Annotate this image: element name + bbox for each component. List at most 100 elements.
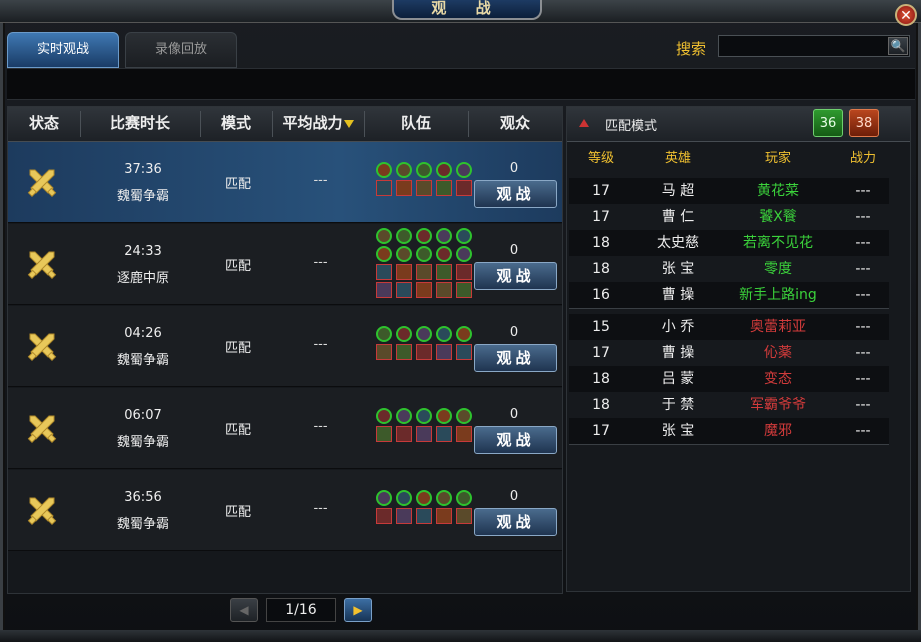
player-hero: 曹 仁 [661,209,695,225]
player-table-header: 等级 英雄 玩家 战力 [569,147,908,171]
green-hero-portrait [416,326,432,342]
player-level: 18 [592,235,610,251]
player-hero: 张 宝 [661,423,695,439]
watch-button[interactable]: 观战 [474,426,557,454]
header-power-sort[interactable]: 平均战力 [272,107,364,141]
header-status: 状态 [28,114,59,132]
tab-replay[interactable]: 录像回放 [125,32,237,68]
player-hero: 小 乔 [661,319,695,335]
match-duration: 37:36 [124,162,162,177]
watch-button[interactable]: 观战 [474,262,557,290]
red-hero-portrait [456,180,472,196]
player-hero: 张 宝 [661,261,695,277]
match-row[interactable]: 06:07 魏蜀争霸 匹配 --- 0 观战 [8,388,562,469]
red-hero-portrait [416,344,432,360]
player-name: 黄花菜 [757,183,799,199]
player-name: 饕X餮 [759,209,797,225]
player-row: 17 张 宝 魔邪 --- [569,418,889,444]
red-hero-portrait [396,264,412,280]
match-row[interactable]: 24:33 逐鹿中原 匹配 --- 0 观战 [8,224,562,305]
green-hero-portrait [436,490,452,506]
match-row[interactable]: 36:56 魏蜀争霸 匹配 --- 0 观战 [8,470,562,551]
green-hero-portrait [416,490,432,506]
crossed-swords-icon [26,248,58,280]
red-hero-portrait [436,344,452,360]
green-hero-portrait [416,408,432,424]
red-hero-portrait [416,264,432,280]
match-row[interactable]: 37:36 魏蜀争霸 匹配 --- 0 观战 [8,142,562,223]
header-mode: 模式 [220,114,251,132]
player-name: 魔邪 [764,423,792,439]
col-level: 等级 [587,151,614,166]
red-team-score: 38 [849,109,879,137]
match-table-header: 状态 比赛时长 模式 平均战力 队伍 观众 [8,107,562,142]
green-hero-portrait [396,490,412,506]
player-power: --- [855,319,871,335]
player-power: --- [855,183,871,199]
watch-button[interactable]: 观战 [474,344,557,372]
red-hero-portrait [396,508,412,524]
match-duration: 24:33 [124,244,162,259]
col-hero: 英雄 [664,151,691,166]
red-hero-portrait [376,264,392,280]
prev-page-button[interactable]: ◀ [230,598,258,622]
green-hero-portrait [396,246,412,262]
match-power: --- [313,501,328,516]
player-power: --- [855,397,871,413]
next-page-button[interactable]: ▶ [344,598,372,622]
header-viewers: 观众 [499,114,530,132]
player-level: 17 [592,183,610,199]
green-hero-portrait [456,408,472,424]
team-icons [368,470,472,550]
search-icon[interactable]: 🔍 [888,37,908,55]
player-power: --- [855,287,871,303]
player-name: 新手上路ing [739,287,817,303]
watch-button[interactable]: 观战 [474,180,557,208]
table-bottom-line [569,444,889,445]
search-box: 🔍 [718,35,910,57]
green-hero-portrait [396,408,412,424]
green-hero-portrait [376,162,392,178]
green-hero-portrait [376,490,392,506]
red-hero-portrait [396,344,412,360]
red-hero-portrait [456,426,472,442]
match-map: 魏蜀争霸 [116,189,169,204]
player-level: 18 [592,261,610,277]
green-team-score: 36 [813,109,843,137]
red-hero-portrait [436,282,452,298]
green-hero-portrait [396,326,412,342]
close-button[interactable]: ✕ [895,4,917,26]
match-power: --- [313,173,328,188]
green-hero-portrait [396,228,412,244]
red-hero-portrait [436,508,452,524]
player-power: --- [855,371,871,387]
red-hero-portrait [376,344,392,360]
red-hero-portrait [396,282,412,298]
header-team: 队伍 [400,114,431,132]
green-hero-portrait [456,162,472,178]
red-hero-portrait [416,180,432,196]
player-row: 18 太史慈 若离不见花 --- [569,230,889,256]
player-row: 17 曹 操 伈薬 --- [569,340,889,366]
player-name: 奥蕾莉亚 [750,319,806,335]
red-hero-portrait [416,508,432,524]
red-hero-portrait [436,264,452,280]
green-hero-portrait [376,228,392,244]
player-power: --- [855,345,871,361]
search-label: 搜索 [676,40,707,58]
collapse-arrow-icon[interactable] [579,119,589,127]
green-hero-portrait [456,246,472,262]
pagination: ◀ 1/16 ▶ [230,596,378,624]
green-hero-portrait [376,326,392,342]
search-input[interactable] [721,37,885,57]
green-hero-portrait [436,246,452,262]
viewer-count: 0 [509,489,519,504]
match-row[interactable]: 04:26 魏蜀争霸 匹配 --- 0 观战 [8,306,562,387]
player-name: 变态 [764,371,792,387]
tab-live[interactable]: 实时观战 [7,32,119,68]
viewer-count: 0 [509,243,519,258]
green-hero-portrait [436,326,452,342]
crossed-swords-icon [26,330,58,362]
viewer-count: 0 [509,325,519,340]
watch-button[interactable]: 观战 [474,508,557,536]
